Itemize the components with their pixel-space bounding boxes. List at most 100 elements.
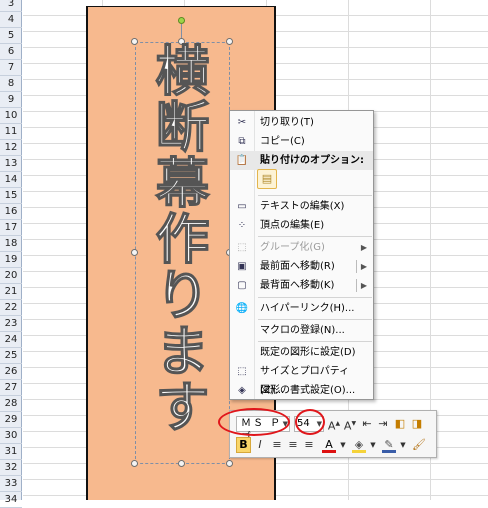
menu-item-set-default[interactable]: 既定の図形に設定(D) (230, 343, 373, 362)
menu-item-edit-text[interactable]: ▭ テキストの編集(X) (230, 197, 373, 216)
chevron-down-icon[interactable]: ▼ (336, 437, 350, 453)
send-backward-icon[interactable]: ◨ (410, 416, 424, 432)
grow-font-icon[interactable]: A▲ (327, 416, 341, 433)
text-char: 作 (155, 208, 210, 271)
row-number[interactable]: 6 (0, 44, 22, 60)
menu-item-format-shape[interactable]: ◈ 図形の書式設定(O)... (230, 381, 373, 400)
line-color-icon[interactable]: ✎ (382, 437, 396, 453)
row-number[interactable]: 33 (0, 476, 22, 492)
hyperlink-icon: 🌐 (235, 303, 249, 314)
menu-item-copy[interactable]: ⧉ コピー(C) (230, 132, 373, 151)
fill-color-icon[interactable]: ◈ (352, 437, 366, 453)
menu-label: 貼り付けのオプション: (260, 155, 364, 166)
row-number[interactable]: 5 (0, 28, 22, 44)
menu-label: 図形の書式設定(O)... (260, 385, 356, 396)
default-shape-icon (235, 346, 249, 359)
menu-item-bring-front[interactable]: ▣ 最前面へ移動(R) ▶ (230, 257, 373, 276)
menu-label: グループ化(G) (260, 242, 325, 253)
menu-item-group[interactable]: ⬚ グループ化(G) ▶ (230, 238, 373, 257)
row-number[interactable]: 21 (0, 284, 22, 300)
row-number[interactable]: 22 (0, 300, 22, 316)
row-number[interactable]: 26 (0, 364, 22, 380)
text-char: り (155, 264, 210, 327)
chevron-down-icon[interactable]: ▼ (366, 437, 380, 453)
submenu-arrow-icon[interactable]: ▶ (361, 257, 367, 276)
menu-label: 最前面へ移動(R) (260, 261, 335, 272)
row-number[interactable]: 10 (0, 108, 22, 124)
split-divider (356, 279, 357, 292)
vertical-text[interactable]: 横 断 幕 作 り ま す (140, 43, 225, 439)
row-number[interactable]: 30 (0, 428, 22, 444)
row-number[interactable]: 17 (0, 220, 22, 236)
row-number[interactable]: 32 (0, 460, 22, 476)
context-menu: ✂ 切り取り(T) ⧉ コピー(C) 📋 貼り付けのオプション: ▤ ▭ テキストの編集… (229, 110, 374, 400)
row-number[interactable]: 27 (0, 380, 22, 396)
menu-item-send-back[interactable]: ▢ 最背面へ移動(K) ▶ (230, 276, 373, 295)
clipboard-icon[interactable]: ▤ (257, 169, 277, 189)
row-number[interactable]: 14 (0, 172, 22, 188)
align-left-icon[interactable]: ≡ (270, 437, 284, 453)
text-char: 断 (155, 96, 210, 159)
row-number[interactable]: 18 (0, 236, 22, 252)
align-right-icon[interactable]: ≡ (302, 437, 316, 453)
bring-forward-icon[interactable]: ◧ (393, 416, 407, 432)
row-number[interactable]: 34 (0, 492, 22, 508)
resize-handle-tl[interactable] (131, 38, 138, 45)
row-number[interactable]: 28 (0, 396, 22, 412)
row-number[interactable]: 19 (0, 252, 22, 268)
text-char: す (155, 376, 210, 439)
menu-label: コピー(C) (260, 136, 305, 147)
row-number[interactable]: 15 (0, 188, 22, 204)
row-number[interactable]: 25 (0, 348, 22, 364)
row-number[interactable]: 13 (0, 156, 22, 172)
menu-separator (258, 341, 372, 342)
resize-handle-ml[interactable] (131, 249, 138, 256)
menu-item-size-properties[interactable]: ⬚ サイズとプロパティ(Z)... (230, 362, 373, 396)
resize-handle-tr[interactable] (226, 38, 233, 45)
font-color-icon[interactable]: A (322, 437, 336, 453)
row-number[interactable]: 23 (0, 316, 22, 332)
menu-item-cut[interactable]: ✂ 切り取り(T) (230, 113, 373, 132)
row-number[interactable]: 7 (0, 60, 22, 76)
increase-indent-icon[interactable]: ⇥ (376, 416, 390, 432)
menu-label: マクロの登録(N)... (260, 325, 345, 336)
row-number[interactable]: 8 (0, 76, 22, 92)
menu-item-edit-points[interactable]: ⁘ 頂点の編集(E) (230, 216, 373, 235)
menu-item-hyperlink[interactable]: 🌐 ハイパーリンク(H)... (230, 299, 373, 318)
font-name-highlight (218, 408, 290, 436)
text-char: 幕 (155, 152, 210, 215)
edit-text-icon: ▭ (237, 201, 247, 212)
send-back-icon: ▢ (237, 280, 247, 291)
font-size-highlight (295, 409, 325, 435)
row-number[interactable]: 24 (0, 332, 22, 348)
row-number[interactable]: 29 (0, 412, 22, 428)
resize-handle-br[interactable] (226, 460, 233, 467)
bold-button[interactable]: B (236, 437, 251, 453)
shrink-font-icon[interactable]: A▼ (343, 416, 357, 433)
chevron-down-icon[interactable]: ▼ (396, 437, 410, 453)
menu-item-assign-macro[interactable]: マクロの登録(N)... (230, 321, 373, 340)
text-char: ま (155, 320, 210, 383)
row-number[interactable]: 3 (0, 0, 22, 12)
format-shape-icon: ◈ (238, 385, 246, 396)
row-number[interactable]: 4 (0, 12, 22, 28)
format-painter-icon[interactable]: 🖌 (412, 437, 426, 453)
resize-handle-bl[interactable] (131, 460, 138, 467)
group-icon: ⬚ (237, 242, 247, 253)
row-number[interactable]: 11 (0, 124, 22, 140)
row-number[interactable]: 9 (0, 92, 22, 108)
decrease-indent-icon[interactable]: ⇤ (360, 416, 374, 432)
rotate-handle[interactable] (178, 17, 185, 24)
row-number[interactable]: 31 (0, 444, 22, 460)
row-number[interactable]: 20 (0, 268, 22, 284)
resize-handle-bc[interactable] (178, 460, 185, 467)
menu-label: 既定の図形に設定(D) (260, 347, 356, 358)
submenu-arrow-icon: ▶ (360, 243, 367, 252)
menu-separator (258, 236, 372, 237)
italic-button[interactable]: I (253, 437, 267, 453)
row-number[interactable]: 12 (0, 140, 22, 156)
submenu-arrow-icon[interactable]: ▶ (361, 276, 367, 295)
menu-separator (258, 319, 372, 320)
row-number[interactable]: 16 (0, 204, 22, 220)
align-center-icon[interactable]: ≡ (286, 437, 300, 453)
